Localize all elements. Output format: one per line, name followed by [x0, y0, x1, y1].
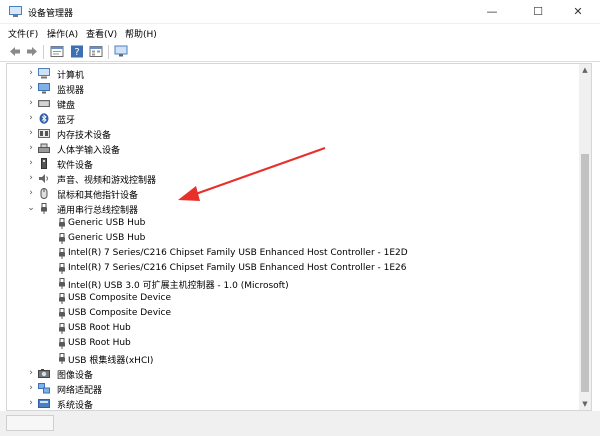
menu-bar: 文件(F) 操作(A) 查看(V) 帮助(H) — [0, 24, 600, 42]
scroll-down-arrow-icon[interactable]: ▼ — [579, 398, 591, 410]
usb-icon — [59, 308, 65, 319]
tree-category-label: 软件设备 — [57, 161, 94, 171]
mouse-icon — [40, 188, 48, 199]
vertical-scrollbar[interactable]: ▲ ▼ — [579, 64, 591, 410]
expand-icon[interactable]: › — [27, 113, 35, 123]
usb-icon — [59, 278, 65, 289]
usb-icon — [59, 248, 65, 259]
tree-category-label: 监视器 — [57, 86, 85, 96]
camera-icon — [38, 369, 50, 378]
computer-icon — [38, 68, 50, 79]
usb-icon — [59, 338, 65, 349]
minimize-button[interactable]: — — [470, 0, 514, 24]
expand-icon[interactable]: › — [27, 368, 35, 378]
toolbar: ? — [0, 42, 600, 62]
scroll-up-arrow-icon[interactable]: ▲ — [579, 64, 591, 76]
usb-icon — [59, 218, 65, 229]
scrollbar-thumb[interactable] — [581, 154, 589, 392]
collapse-icon[interactable]: ⌄ — [27, 203, 35, 213]
svg-text:?: ? — [74, 47, 79, 58]
system-icon — [38, 399, 50, 408]
device-manager-app-icon — [9, 6, 22, 17]
usb-device-label: Intel(R) 7 Series/C216 Chipset Family US… — [68, 248, 408, 258]
tree-category-label: 计算机 — [57, 71, 85, 81]
status-panel — [6, 415, 54, 431]
usb-device-label: Intel(R) USB 3.0 可扩展主机控制器 - 1.0 (Microso… — [68, 281, 289, 291]
tree-category-label: 键盘 — [57, 101, 76, 111]
device-tree: › 计算机 › 监视器 › 键盘 › 蓝牙 › 内存技术设备 › 人体学输入设备… — [6, 63, 592, 411]
usb-device-label: USB Composite Device — [68, 308, 172, 318]
usb-icon — [41, 203, 47, 214]
expand-icon[interactable]: › — [27, 68, 35, 78]
expand-icon[interactable]: › — [27, 128, 35, 138]
back-icon[interactable] — [8, 45, 22, 58]
tree-category-label: 系统设备 — [57, 401, 94, 411]
toolbar-separator — [108, 45, 109, 59]
tree-category-label: 通用串行总线控制器 — [57, 206, 139, 216]
usb-icon — [59, 233, 65, 244]
menu-action[interactable]: 操作(A) — [47, 27, 78, 40]
menu-help[interactable]: 帮助(H) — [125, 27, 157, 40]
bluetooth-icon — [39, 113, 49, 124]
tree-category-label: 内存技术设备 — [57, 131, 112, 141]
usb-icon — [59, 263, 65, 274]
expand-icon[interactable]: › — [27, 158, 35, 168]
tree-category-label: 人体学输入设备 — [57, 146, 121, 156]
usb-icon — [59, 293, 65, 304]
maximize-button[interactable]: ☐ — [516, 0, 560, 24]
tree-category-label: 图像设备 — [57, 371, 94, 381]
monitor-icon — [38, 83, 50, 94]
properties-icon[interactable] — [50, 45, 64, 58]
menu-view[interactable]: 查看(V) — [86, 27, 117, 40]
usb-device-label: USB Root Hub — [68, 323, 131, 333]
toolbar-separator — [43, 45, 44, 59]
usb-icon — [59, 323, 65, 334]
expand-icon[interactable]: › — [27, 83, 35, 93]
expand-icon[interactable]: › — [27, 173, 35, 183]
keyboard-icon — [38, 100, 50, 107]
tree-category-label: 网络适配器 — [57, 386, 103, 396]
usb-device-label: Generic USB Hub — [68, 218, 146, 228]
expand-icon[interactable]: › — [27, 398, 35, 408]
tree-category-label: 声音、视频和游戏控制器 — [57, 176, 157, 186]
software-device-icon — [41, 158, 47, 169]
menu-file[interactable]: 文件(F) — [8, 27, 38, 40]
close-button[interactable]: ✕ — [556, 0, 600, 24]
usb-icon — [59, 353, 65, 364]
tree-category-label: 鼠标和其他指针设备 — [57, 191, 139, 201]
memory-icon — [38, 129, 50, 138]
hid-icon — [38, 143, 50, 153]
tree-category-label: 蓝牙 — [57, 116, 76, 126]
usb-device-label: USB Root Hub — [68, 338, 131, 348]
expand-icon[interactable]: › — [27, 98, 35, 108]
status-bar — [0, 411, 600, 436]
grid-icon[interactable] — [89, 45, 103, 58]
title-bar: 设备管理器 — ☐ ✕ — [0, 0, 600, 24]
sound-icon — [39, 174, 48, 183]
expand-icon[interactable]: › — [27, 383, 35, 393]
help-icon[interactable]: ? — [70, 45, 84, 58]
expand-icon[interactable]: › — [27, 143, 35, 153]
usb-device-label: USB 根集线器(xHCI) — [68, 356, 154, 366]
window-title: 设备管理器 — [28, 9, 74, 19]
usb-device-label: Intel(R) 7 Series/C216 Chipset Family US… — [68, 263, 407, 273]
usb-device-label: USB Composite Device — [68, 293, 172, 303]
forward-icon[interactable] — [25, 45, 39, 58]
network-icon — [38, 383, 50, 394]
monitor-icon[interactable] — [114, 45, 128, 58]
usb-device-label: Generic USB Hub — [68, 233, 146, 243]
expand-icon[interactable]: › — [27, 188, 35, 198]
